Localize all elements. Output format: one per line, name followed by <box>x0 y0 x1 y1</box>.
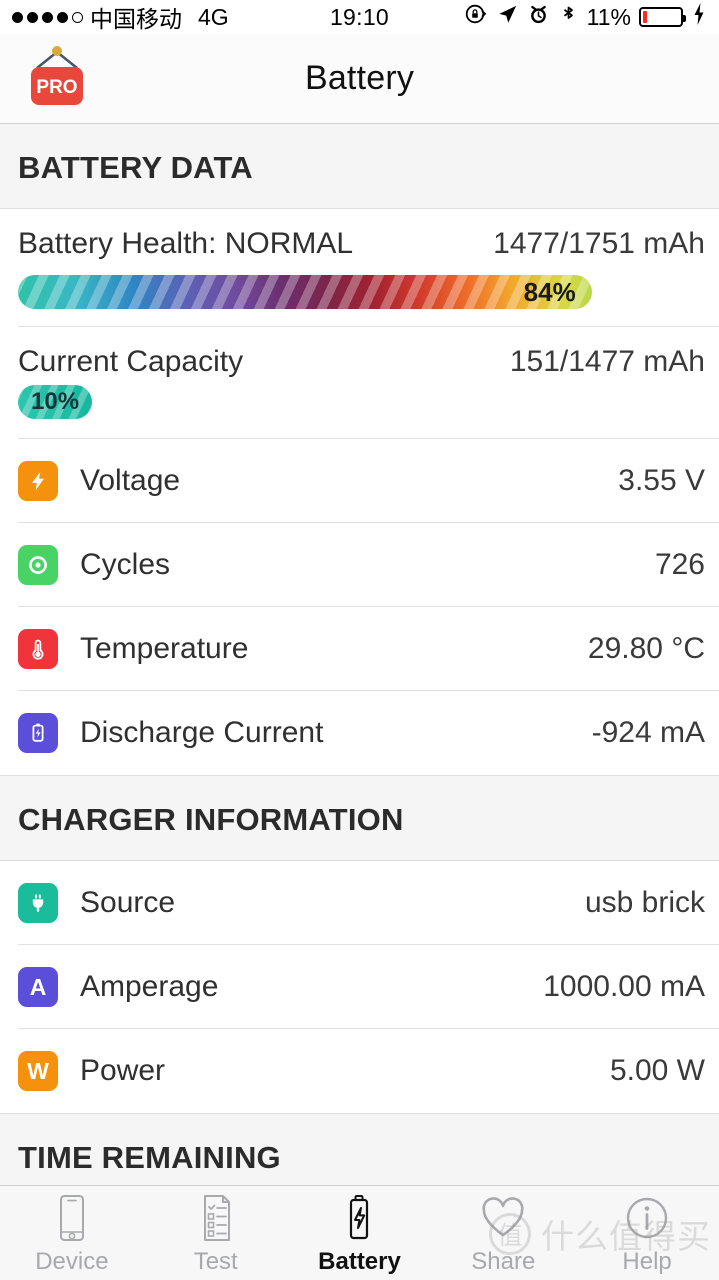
amperage-icon: A <box>18 967 58 1007</box>
pro-badge-icon[interactable]: PRO <box>23 42 91 116</box>
location-arrow-icon <box>496 3 519 32</box>
info-circle-icon <box>623 1192 671 1244</box>
row-value: 1000.00 mA <box>543 970 705 1003</box>
tab-bar: Device Test Battery Share Help <box>0 1185 719 1280</box>
tab-help[interactable]: Help <box>575 1192 719 1280</box>
page-title: Battery <box>304 59 415 97</box>
charging-bolt-icon <box>691 2 707 32</box>
battery-health-label: Battery Health: NORMAL <box>18 227 354 260</box>
row-label: Voltage <box>80 464 181 497</box>
battery-health-row: Battery Health: NORMAL 1477/1751 mAh <box>0 209 719 261</box>
svg-text:PRO: PRO <box>36 77 77 98</box>
thermometer-icon <box>18 629 58 669</box>
row-label: Amperage <box>80 970 219 1003</box>
tab-label: Device <box>35 1248 109 1275</box>
navigation-bar: PRO Battery <box>0 34 719 124</box>
tab-test[interactable]: Test <box>144 1192 288 1280</box>
battery-percent-label: 11% <box>586 3 631 30</box>
table-row-amperage[interactable]: A Amperage 1000.00 mA <box>0 945 719 1029</box>
battery-health-bar-container: 84% <box>0 261 719 327</box>
row-label: Power <box>80 1054 166 1087</box>
row-value: 726 <box>654 548 705 581</box>
table-row-temperature[interactable]: Temperature 29.80 °C <box>0 607 719 691</box>
row-label: Discharge Current <box>80 716 324 749</box>
current-capacity-label: Current Capacity <box>18 345 244 378</box>
power-icon: W <box>18 1051 58 1091</box>
battery-health-percent: 84% <box>523 276 576 307</box>
row-value: 5.00 W <box>609 1054 705 1087</box>
heart-icon <box>479 1192 527 1244</box>
bar-stripe-overlay <box>18 275 592 309</box>
tab-label: Help <box>622 1248 672 1275</box>
table-row-source[interactable]: Source usb brick <box>0 861 719 945</box>
tab-label: Battery <box>318 1248 401 1275</box>
rotation-lock-icon <box>464 2 488 32</box>
row-value: -924 mA <box>591 716 705 749</box>
battery-health-bar: 84% <box>18 275 592 309</box>
table-row-cycles[interactable]: Cycles 726 <box>0 523 719 607</box>
status-bar: 中国移动 4G 19:10 11% <box>0 0 719 34</box>
row-value: usb brick <box>584 886 705 919</box>
section-header-battery-data: BATTERY DATA <box>0 124 719 209</box>
tab-device[interactable]: Device <box>0 1192 144 1280</box>
section-header-charger-information: CHARGER INFORMATION <box>0 775 719 861</box>
lightning-bolt-icon <box>18 461 58 501</box>
current-capacity-percent: 10% <box>31 388 80 415</box>
status-bar-right: 11% <box>464 2 707 32</box>
cycle-refresh-icon <box>18 545 58 585</box>
battery-status-icon <box>639 7 686 27</box>
current-capacity-badge: 10% <box>18 385 93 419</box>
row-value: 29.80 °C <box>587 632 705 665</box>
row-label: Source <box>80 886 176 919</box>
battery-icon <box>18 713 58 753</box>
alarm-clock-icon <box>527 3 550 32</box>
amperage-icon-letter: A <box>29 973 47 1000</box>
row-label: Temperature <box>80 632 249 665</box>
row-label: Cycles <box>80 548 171 581</box>
checklist-icon <box>197 1192 235 1244</box>
table-row-voltage[interactable]: Voltage 3.55 V <box>0 439 719 523</box>
current-capacity-row: Current Capacity 151/1477 mAh <box>0 327 719 379</box>
table-row-discharge-current[interactable]: Discharge Current -924 mA <box>0 691 719 775</box>
row-value: 3.55 V <box>618 464 705 497</box>
current-capacity-badge-container: 10% <box>0 379 719 439</box>
tab-battery[interactable]: Battery <box>288 1192 432 1280</box>
phone-icon <box>54 1192 90 1244</box>
table-row-power[interactable]: W Power 5.00 W <box>0 1029 719 1113</box>
plug-icon <box>18 883 58 923</box>
tab-label: Share <box>471 1248 536 1275</box>
bluetooth-icon <box>558 3 579 32</box>
tab-label: Test <box>193 1248 238 1275</box>
current-capacity-value: 151/1477 mAh <box>509 345 705 378</box>
power-icon-letter: W <box>27 1057 49 1084</box>
tab-share[interactable]: Share <box>431 1192 575 1280</box>
battery-bolt-icon <box>342 1192 376 1244</box>
battery-health-value: 1477/1751 mAh <box>493 227 705 260</box>
